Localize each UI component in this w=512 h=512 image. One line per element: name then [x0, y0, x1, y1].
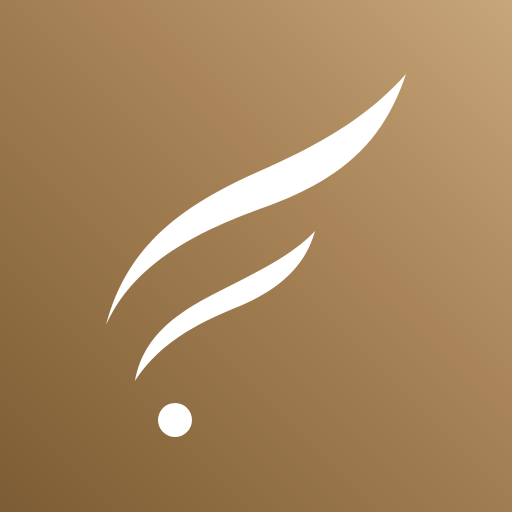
feather-logo-icon	[106, 74, 406, 437]
app-icon-tile	[0, 0, 512, 512]
logo-dot	[158, 403, 192, 437]
